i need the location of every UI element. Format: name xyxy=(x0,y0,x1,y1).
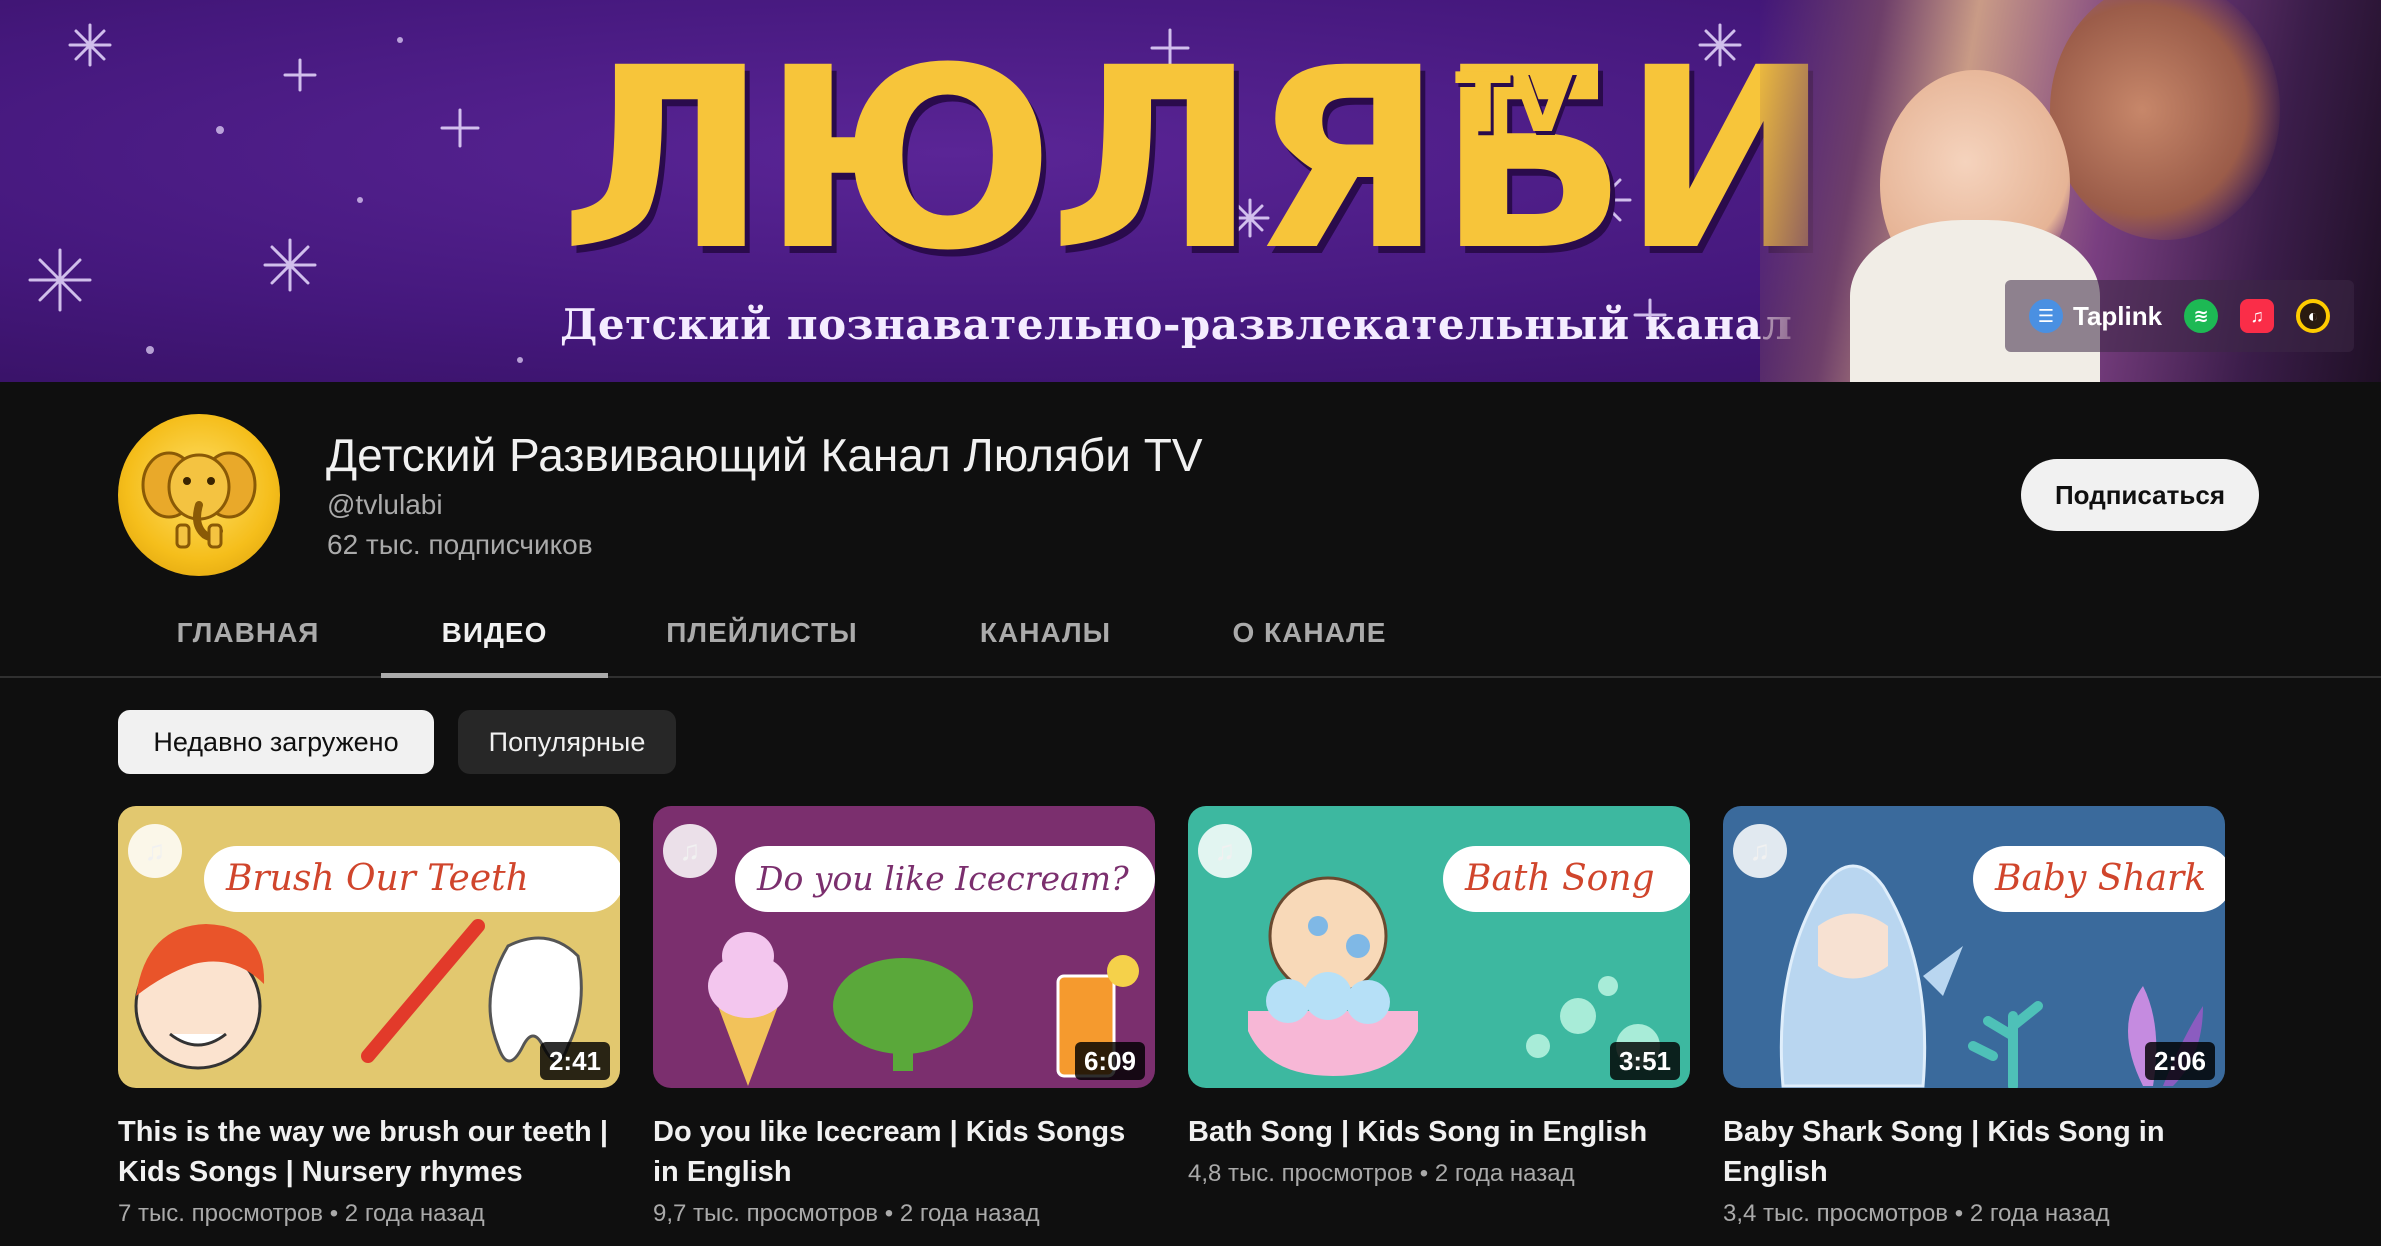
banner-logo-tv: TV xyxy=(1455,56,1575,151)
video-meta: 7 тыс. просмотров • 2 года назад xyxy=(118,1200,620,1228)
channel-banner: ЛЮЛЯБИ TV Детский познавательно-развлека… xyxy=(0,0,2381,382)
subscribe-button[interactable]: Подписаться xyxy=(2021,459,2259,531)
tab-channels[interactable]: КАНАЛЫ xyxy=(963,590,1128,678)
subscriber-count: 62 тыс. подписчиков xyxy=(327,529,593,560)
upload-age: 2 года назад xyxy=(1969,1200,2110,1227)
banner-logo: ЛЮЛЯБИ xyxy=(560,14,1831,305)
video-thumbnail[interactable]: ♫ Bath Song 3:51 xyxy=(1188,806,1690,1088)
banner-links: ☰ Taplink ≋ ♫ ◐ xyxy=(2005,280,2355,352)
video-card[interactable]: ♫ Do you like Icecream? 6:09 Do you like… xyxy=(653,806,1155,1228)
apple-music-icon: ♫ xyxy=(2240,299,2275,333)
spotify-icon: ≋ xyxy=(2184,299,2219,333)
tab-home[interactable]: ГЛАВНАЯ xyxy=(158,590,338,678)
upload-age: 2 года назад xyxy=(899,1200,1040,1227)
chip-popular[interactable]: Популярные xyxy=(458,710,676,774)
taplink-icon: ☰ xyxy=(2029,299,2063,333)
video-meta: 4,8 тыс. просмотров • 2 года назад xyxy=(1188,1160,1690,1188)
video-duration: 3:51 xyxy=(1609,1042,1680,1080)
view-count: 9,7 тыс. просмотров xyxy=(653,1200,879,1227)
banner-tagline: Детский познавательно-развлекательный ка… xyxy=(560,300,1793,349)
meta-separator: • xyxy=(1419,1160,1429,1187)
upload-age: 2 года назад xyxy=(344,1200,485,1227)
channel-avatar[interactable] xyxy=(118,414,280,576)
video-thumbnail[interactable]: ♫ Do you like Icecream? 6:09 xyxy=(653,806,1155,1088)
tab-about[interactable]: О КАНАЛЕ xyxy=(1222,590,1397,678)
video-meta: 3,4 тыс. просмотров • 2 года назад xyxy=(1723,1200,2225,1228)
video-thumbnail[interactable]: ♫ Baby Shark 2:06 xyxy=(1723,806,2225,1088)
yandex-music-icon: ◐ xyxy=(2296,299,2331,333)
video-card[interactable]: ♫ Baby Shark 2:06 Baby Shark Song | Kids… xyxy=(1723,806,2225,1228)
chip-recently-uploaded[interactable]: Недавно загружено xyxy=(118,710,434,774)
meta-separator: • xyxy=(1954,1200,1964,1227)
upload-age: 2 года назад xyxy=(1434,1160,1575,1187)
video-title[interactable]: Do you like Icecream | Kids Songs in Eng… xyxy=(653,1112,1155,1192)
video-card[interactable]: ♫ Brush Our Teeth 2:41 This is the way w… xyxy=(118,806,620,1228)
video-duration: 6:09 xyxy=(1074,1042,1145,1080)
video-card[interactable]: ♫ Bath Song 3:51 Bath Song | Kids Song i… xyxy=(1188,806,1690,1188)
channel-name: Детский Развивающий Канал Люляби TV xyxy=(326,429,1203,481)
video-title[interactable]: Baby Shark Song | Kids Song in English xyxy=(1723,1112,2225,1192)
video-meta: 9,7 тыс. просмотров • 2 года назад xyxy=(653,1200,1155,1228)
video-title[interactable]: Bath Song | Kids Song in English xyxy=(1188,1112,1690,1152)
view-count: 3,4 тыс. просмотров xyxy=(1723,1200,1949,1227)
video-thumbnail[interactable]: ♫ Brush Our Teeth 2:41 xyxy=(118,806,620,1088)
banner-link-spotify[interactable]: ≋ xyxy=(2184,299,2219,333)
banner-link-yandex-music[interactable]: ◐ xyxy=(2296,299,2331,333)
video-duration: 2:41 xyxy=(539,1042,610,1080)
channel-handle: @tvlulabi xyxy=(327,489,443,520)
meta-separator: • xyxy=(329,1200,339,1227)
meta-separator: • xyxy=(884,1200,894,1227)
video-title[interactable]: This is the way we brush our teeth | Kid… xyxy=(118,1112,620,1192)
tab-playlists[interactable]: ПЛЕЙЛИСТЫ xyxy=(650,590,874,678)
banner-link-label: Taplink xyxy=(2073,300,2163,331)
video-duration: 2:06 xyxy=(2144,1042,2215,1080)
tab-videos[interactable]: ВИДЕО xyxy=(381,590,608,678)
elephant-icon xyxy=(141,451,257,549)
view-count: 7 тыс. просмотров xyxy=(118,1200,324,1227)
channel-tabs: ГЛАВНАЯ ВИДЕО ПЛЕЙЛИСТЫ КАНАЛЫ О КАНАЛЕ xyxy=(0,590,2381,678)
view-count: 4,8 тыс. просмотров xyxy=(1188,1160,1414,1187)
banner-link-taplink[interactable]: ☰ Taplink xyxy=(2029,299,2162,333)
banner-link-apple-music[interactable]: ♫ xyxy=(2240,299,2275,333)
